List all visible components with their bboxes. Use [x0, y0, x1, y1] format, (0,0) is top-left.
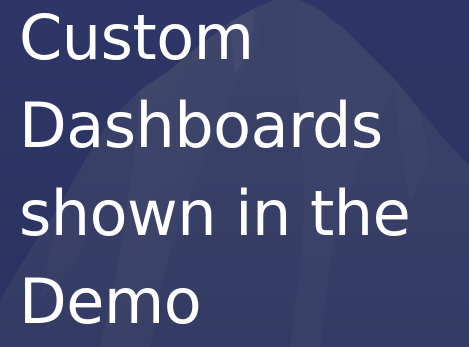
title-line-2: Dashboards: [19, 89, 383, 162]
title-line-3: shown in the: [19, 177, 411, 250]
title-slide: Custom Dashboards shown in the Demo: [0, 0, 469, 347]
slide-title: Custom Dashboards shown in the Demo: [19, 0, 464, 346]
title-line-1: Custom: [19, 1, 254, 74]
title-line-4: Demo: [19, 265, 202, 338]
